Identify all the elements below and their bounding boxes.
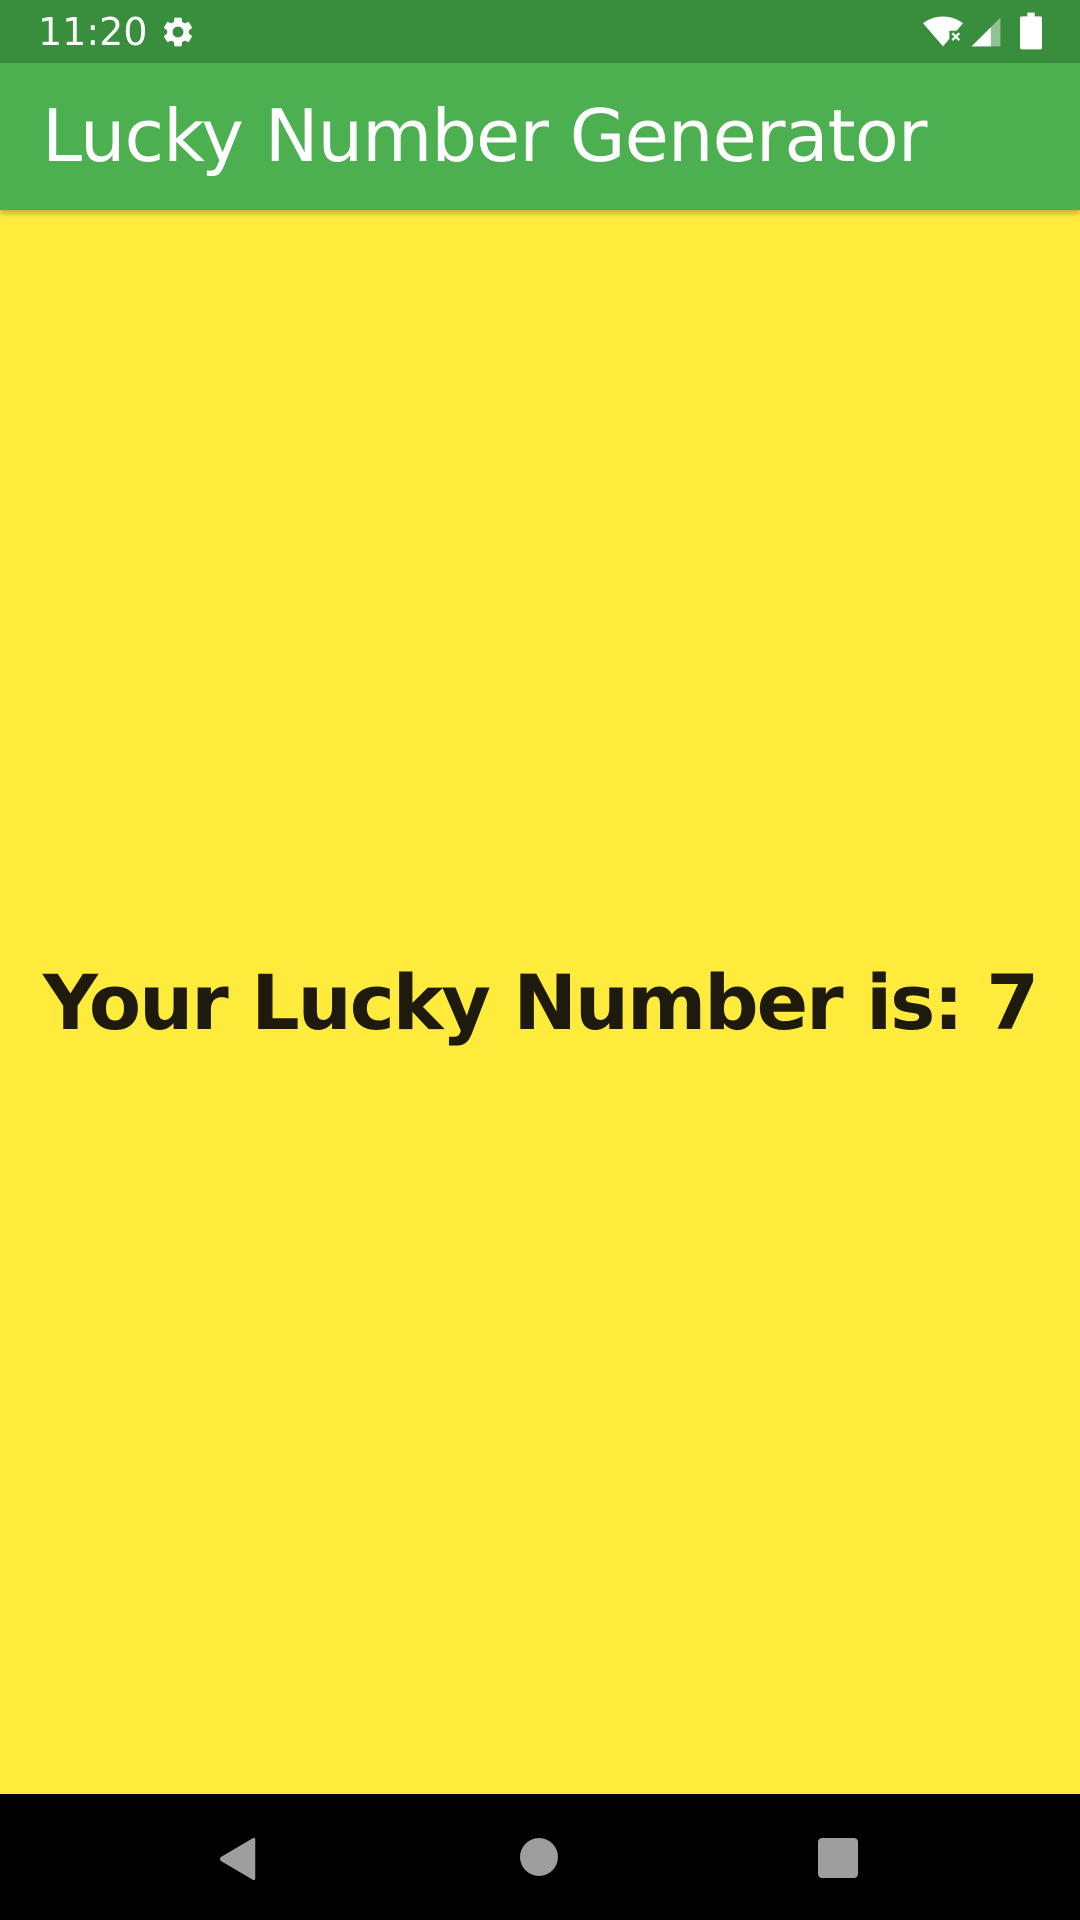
wifi-icon	[923, 16, 963, 47]
recents-icon[interactable]	[818, 1838, 858, 1878]
app-bar: Lucky Number Generator	[0, 63, 1080, 210]
status-time: 11:20	[38, 10, 148, 54]
battery-icon	[1020, 12, 1042, 50]
app-title: Lucky Number Generator	[42, 94, 927, 178]
back-icon[interactable]	[216, 1836, 260, 1882]
lucky-number-label: Your Lucky Number is: 7	[42, 957, 1039, 1047]
content-area: Your Lucky Number is: 7	[0, 210, 1080, 1794]
gear-icon	[163, 17, 193, 47]
navigation-bar	[0, 1794, 1080, 1920]
status-bar: 11:20	[0, 0, 1080, 63]
home-icon[interactable]	[520, 1838, 558, 1876]
app-screen: 11:20 Lucky Number Generator Your Lucky …	[0, 0, 1080, 1920]
signal-icon	[971, 17, 1001, 47]
